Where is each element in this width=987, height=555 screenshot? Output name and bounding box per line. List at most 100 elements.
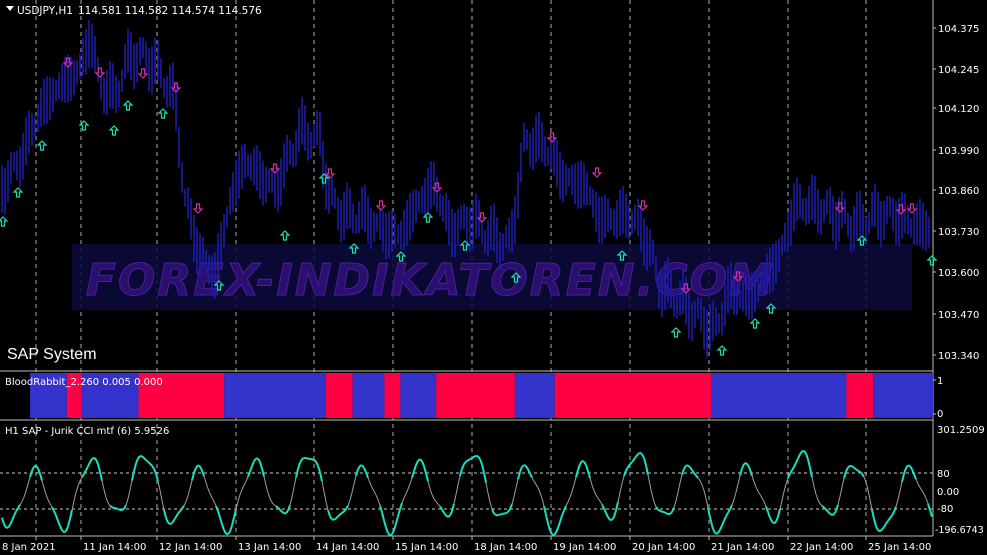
cci-segment [493,512,497,516]
cci-segment [907,464,911,467]
cci-segment [469,457,473,461]
bloodrabbit-band [384,373,401,418]
price-axis[interactable]: 104.375 104.245 104.120 103.990 103.860 103.7… [933,24,979,362]
time-label: 22 Jan 14:00 [790,542,853,553]
price-tick: 103.990 [938,146,979,157]
cci-segment [773,520,777,525]
cci-tick-minus80: -80 [937,504,953,515]
time-label: 19 Jan 14:00 [553,542,616,553]
time-label: 18 Jan 14:00 [474,542,537,553]
cci-segment [879,529,883,533]
cci-segment [341,510,345,514]
cci-segment [447,514,451,518]
cci-segment [659,509,663,513]
bloodrabbit-band [514,373,555,418]
bloodrabbit-band [400,373,437,418]
bloodrabbit-band [554,373,711,418]
cci-segment [93,456,97,461]
cci-segment [115,507,119,510]
bloodrabbit-band [325,373,353,418]
cci-segment [859,471,863,475]
time-label: 12 Jan 14:00 [159,542,222,553]
cci-tick-min: -196.6743 [935,525,984,536]
cci-segment [855,468,859,472]
cci-segment [467,458,471,462]
cci-segment [663,511,667,515]
price-tick: 104.245 [938,65,979,76]
cci-segment [523,464,527,467]
system-label: SAP System [7,346,97,363]
cci-segment [471,456,475,459]
cci-segment [687,464,691,468]
cci-segment [311,458,315,461]
cci-segment [661,510,665,514]
bloodrabbit-band [710,373,847,418]
cci-segment [117,508,121,511]
symbol-title: USDJPY,H1 [17,5,73,17]
cci-segment [823,506,827,511]
cci-segment [61,529,65,534]
price-tick: 103.470 [938,310,979,321]
cci-segment [169,522,173,526]
cci-segment [275,505,279,509]
bloodrabbit-band [352,373,385,418]
cci-segment [853,466,857,471]
ohlc-values: 114.581 114.582 114.574 114.576 [78,5,262,17]
cci-segment [639,451,643,455]
cci-segment [389,533,393,537]
price-tick: 103.860 [938,186,979,197]
cci-segment [465,459,469,463]
cci-segment [109,505,113,509]
cci-tick-80: 80 [937,469,950,480]
cci-segment [305,457,309,460]
cci-segment [419,458,423,462]
cci-segment [333,517,337,521]
blood-tick-1: 1 [937,376,943,387]
cci-segment [657,508,661,512]
cci-segment [473,455,477,458]
cci-segment [499,512,503,516]
bloodrabbit-band [436,373,515,418]
cci-segment [337,513,341,518]
cci-segment [141,455,145,459]
cci-segment [313,459,317,463]
time-label: 21 Jan 14:00 [711,542,774,553]
cci-tick-0: 0.00 [937,487,959,498]
cci-segment [281,510,285,515]
time-label: 8 Jan 2021 [2,542,56,553]
cci-segment [831,513,835,517]
cci-segment [505,511,509,515]
cci-segment [857,469,861,473]
cci-segment [497,513,501,517]
cci-segment [665,512,669,515]
chart-window[interactable]: FOREX-INDIKATOREN.COM USDJPY,H1 114.581 … [0,0,987,555]
cci-segment [339,512,343,516]
time-label: 11 Jan 14:00 [83,542,146,553]
cci-segment [197,464,201,468]
time-label: 13 Jan 14:00 [238,542,301,553]
time-label: 25 Jan 14:00 [868,542,931,553]
bloodrabbit-band [873,373,933,418]
cci-segment [821,505,825,509]
bloodrabbit-band [224,373,326,418]
price-tick: 103.340 [938,351,979,362]
time-label: 20 Jan 14:00 [632,542,695,553]
cci-label: H1 SAP - Jurik CCI mtf (6) 5.9526 [5,426,169,437]
cci-segment [149,462,153,467]
cci-segment [851,465,855,469]
blood-tick-0: 0 [937,409,943,420]
cci-segment [277,506,281,511]
price-tick: 104.375 [938,24,979,35]
cci-segment [63,530,67,534]
price-tick: 104.120 [938,104,979,115]
cci-segment [147,461,151,465]
cci-segment [715,532,719,535]
time-label: 14 Jan 14:00 [316,542,379,553]
bloodrabbit-label: BloodRabbit_2.260 0.005 0.000 [5,377,163,388]
cci-segment [301,457,305,461]
cci-segment [121,508,125,512]
cci-segment [847,465,851,469]
cci-segment [669,511,673,515]
cci-segment [829,512,833,516]
price-tick: 103.730 [938,227,979,238]
